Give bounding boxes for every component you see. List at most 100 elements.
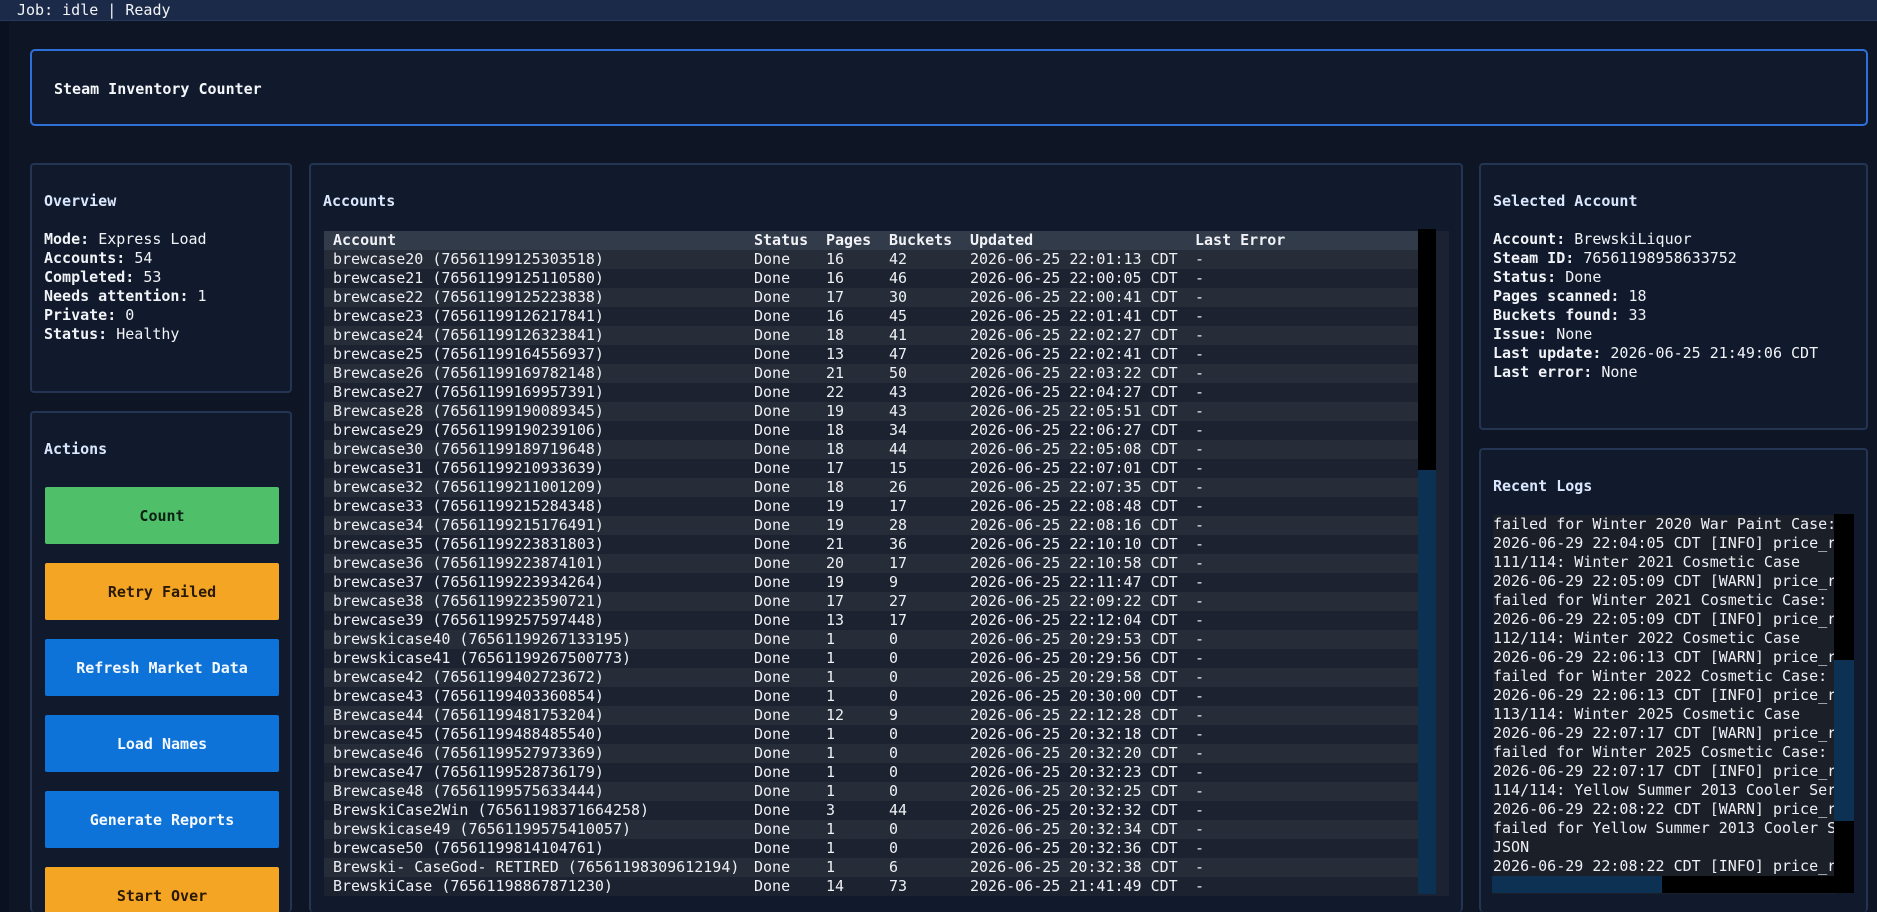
cell-pages: 22 <box>817 383 880 402</box>
overview-stat-key: Accounts: <box>44 249 126 267</box>
count-button[interactable]: Count <box>45 487 279 544</box>
cell-pages: 13 <box>817 345 880 364</box>
table-row[interactable]: brewcase50 (76561199814104761) Done 1 0 2026… <box>324 839 1420 858</box>
log-line: 2026-06-29 22:08:22 CDT [WARN] price_r <box>1493 800 1835 818</box>
column-header-last-error[interactable]: Last Error <box>1186 231 1420 250</box>
table-row[interactable]: brewcase20 (76561199125303518) Done 16 42 20… <box>324 250 1420 269</box>
cell-updated: 2026-06-25 22:08:48 CDT <box>961 497 1186 516</box>
table-row[interactable]: BrewskiCase2Win (76561198371664258) Done 3… <box>324 801 1420 820</box>
cell-buckets: 26 <box>880 478 961 497</box>
table-row[interactable]: brewcase36 (76561199223874101) Done 20 17 20… <box>324 554 1420 573</box>
logs-horizontal-scrollbar[interactable] <box>1492 876 1834 893</box>
table-row[interactable]: brewskicase41 (76561199267500773) Done 1 0 2… <box>324 649 1420 668</box>
generate-reports-button[interactable]: Generate Reports <box>45 791 279 848</box>
selected-field-key: Last update: <box>1493 344 1602 362</box>
cell-last-error: - <box>1186 269 1420 288</box>
cell-status: Done <box>745 573 817 592</box>
table-row[interactable]: Brewcase26 (76561199169782148) Done 21 50 20… <box>324 364 1420 383</box>
table-row[interactable]: brewcase21 (76561199125110580) Done 16 46 20… <box>324 269 1420 288</box>
overview-stat-value: Express Load <box>98 230 207 248</box>
cell-pages: 1 <box>817 763 880 782</box>
log-line: 2026-06-29 22:06:13 CDT [WARN] price_r <box>1493 648 1835 666</box>
table-row[interactable]: brewcase39 (76561199257597448) Done 13 17 20… <box>324 611 1420 630</box>
logs-vertical-scrollbar-thumb[interactable] <box>1834 660 1854 821</box>
log-line: 111/114: Winter 2021 Cosmetic Case <box>1493 553 1801 571</box>
load-names-button[interactable]: Load Names <box>45 715 279 772</box>
cell-status: Done <box>745 345 817 364</box>
log-output[interactable]: failed for Winter 2020 War Paint Case: 20… <box>1493 515 1835 894</box>
cell-account: Brewcase27 (76561199169957391) <box>324 383 745 402</box>
table-row[interactable]: brewcase23 (76561199126217841) Done 16 45 20… <box>324 307 1420 326</box>
cell-status: Done <box>745 687 817 706</box>
cell-pages: 16 <box>817 307 880 326</box>
table-row[interactable]: brewcase47 (76561199528736179) Done 1 0 2026… <box>324 763 1420 782</box>
selected-field-value: 33 <box>1628 306 1647 324</box>
refresh-market-data-button[interactable]: Refresh Market Data <box>45 639 279 696</box>
table-row[interactable]: brewcase32 (76561199211001209) Done 18 26 20… <box>324 478 1420 497</box>
cell-updated: 2026-06-25 20:32:36 CDT <box>961 839 1186 858</box>
table-row[interactable]: Brewcase48 (76561199575633444) Done 1 0 2026… <box>324 782 1420 801</box>
table-row[interactable]: Brewski- CaseGod- RETIRED (7656119830961… <box>324 858 1420 877</box>
logs-vertical-scrollbar[interactable] <box>1834 514 1854 893</box>
table-row[interactable]: brewcase37 (76561199223934264) Done 19 9 202… <box>324 573 1420 592</box>
table-row[interactable]: brewcase34 (76561199215176491) Done 19 28 20… <box>324 516 1420 535</box>
cell-status: Done <box>745 364 817 383</box>
table-row[interactable]: brewcase29 (76561199190239106) Done 18 34 20… <box>324 421 1420 440</box>
selected-field-line: Account: BrewskiLiquor <box>1493 230 1818 249</box>
column-header-updated[interactable]: Updated <box>961 231 1186 250</box>
cell-status: Done <box>745 592 817 611</box>
accounts-table: Account Status Pages Buckets Updated Las… <box>324 231 1420 896</box>
table-row[interactable]: brewcase30 (76561199189719648) Done 18 44 20… <box>324 440 1420 459</box>
table-row[interactable]: brewskicase40 (76561199267133195) Done 1 0 2… <box>324 630 1420 649</box>
cell-updated: 2026-06-25 22:12:28 CDT <box>961 706 1186 725</box>
selected-field-value: Done <box>1565 268 1602 286</box>
table-row[interactable]: brewcase35 (76561199223831803) Done 21 36 20… <box>324 535 1420 554</box>
table-row[interactable]: brewcase22 (76561199125223838) Done 17 30 20… <box>324 288 1420 307</box>
accounts-scrollbar[interactable] <box>1418 229 1436 894</box>
cell-updated: 2026-06-25 20:32:34 CDT <box>961 820 1186 839</box>
table-row[interactable]: Brewcase44 (76561199481753204) Done 12 9 202… <box>324 706 1420 725</box>
cell-account: brewskicase41 (76561199267500773) <box>324 649 745 668</box>
table-row[interactable]: brewcase38 (76561199223590721) Done 17 27 20… <box>324 592 1420 611</box>
table-row[interactable]: brewcase46 (76561199527973369) Done 1 0 2026… <box>324 744 1420 763</box>
table-row[interactable]: BrewskiCase (76561198867871230) Done 14 73 2… <box>324 877 1420 896</box>
overview-stat-key: Mode: <box>44 230 90 248</box>
table-row[interactable]: brewcase42 (76561199402723672) Done 1 0 2026… <box>324 668 1420 687</box>
table-row[interactable]: brewcase43 (76561199403360854) Done 1 0 2026… <box>324 687 1420 706</box>
log-line: 113/114: Winter 2025 Cosmetic Case <box>1493 705 1801 723</box>
cell-account: brewcase35 (76561199223831803) <box>324 535 745 554</box>
retry-failed-button[interactable]: Retry Failed <box>45 563 279 620</box>
cell-buckets: 34 <box>880 421 961 440</box>
recent-logs-title: Recent Logs <box>1493 477 1593 495</box>
cell-status: Done <box>745 706 817 725</box>
accounts-table-header: Account Status Pages Buckets Updated Las… <box>324 231 1420 250</box>
cell-last-error: - <box>1186 801 1420 820</box>
column-header-account[interactable]: Account <box>324 231 745 250</box>
start-over-button[interactable]: Start Over <box>45 867 279 912</box>
cell-updated: 2026-06-25 22:10:10 CDT <box>961 535 1186 554</box>
table-row[interactable]: brewcase25 (76561199164556937) Done 13 47 20… <box>324 345 1420 364</box>
cell-pages: 1 <box>817 744 880 763</box>
table-row[interactable]: brewcase33 (76561199215284348) Done 19 17 20… <box>324 497 1420 516</box>
table-row[interactable]: brewcase45 (76561199488485540) Done 1 0 2026… <box>324 725 1420 744</box>
cell-status: Done <box>745 630 817 649</box>
overview-stat-line: Status: Healthy <box>44 325 207 344</box>
log-line: failed for Winter 2020 War Paint Case: <box>1493 515 1835 533</box>
accounts-scrollbar-thumb[interactable] <box>1418 470 1436 894</box>
column-header-buckets[interactable]: Buckets <box>880 231 961 250</box>
table-row[interactable]: brewcase24 (76561199126323841) Done 18 41 20… <box>324 326 1420 345</box>
cell-updated: 2026-06-25 20:32:23 CDT <box>961 763 1186 782</box>
table-row[interactable]: Brewcase28 (76561199190089345) Done 19 43 20… <box>324 402 1420 421</box>
column-header-status[interactable]: Status <box>745 231 817 250</box>
cell-pages: 1 <box>817 649 880 668</box>
table-row[interactable]: brewcase31 (76561199210933639) Done 17 15 20… <box>324 459 1420 478</box>
cell-buckets: 45 <box>880 307 961 326</box>
table-row[interactable]: brewskicase49 (76561199575410057) Done 1 0 2… <box>324 820 1420 839</box>
cell-last-error: - <box>1186 383 1420 402</box>
cell-buckets: 27 <box>880 592 961 611</box>
logs-horizontal-scrollbar-thumb[interactable] <box>1492 876 1662 893</box>
table-row[interactable]: Brewcase27 (76561199169957391) Done 22 43 20… <box>324 383 1420 402</box>
cell-last-error: - <box>1186 459 1420 478</box>
cell-account: brewcase34 (76561199215176491) <box>324 516 745 535</box>
column-header-pages[interactable]: Pages <box>817 231 880 250</box>
